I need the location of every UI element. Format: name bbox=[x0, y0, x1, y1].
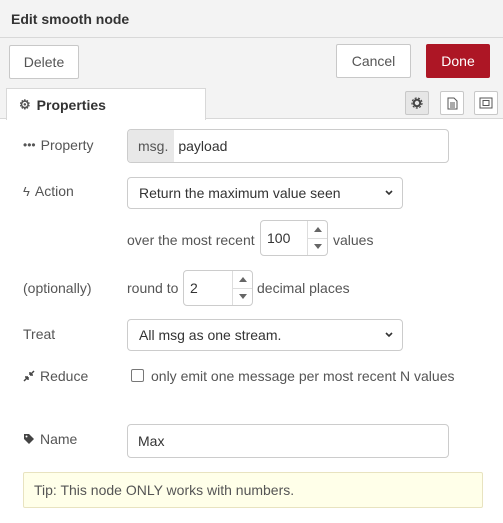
spinner-up-icon[interactable] bbox=[233, 271, 252, 289]
values-text: values bbox=[333, 232, 374, 248]
reduce-label-row: Reduce bbox=[23, 368, 88, 384]
tab-strip: ⚙ Properties bbox=[0, 88, 503, 120]
round-to-text: round to bbox=[127, 280, 179, 296]
action-label-row: ϟ Action bbox=[23, 183, 74, 199]
decimal-places-arrows bbox=[232, 271, 252, 305]
gear-icon bbox=[411, 97, 423, 109]
dialog-title: Edit smooth node bbox=[11, 11, 130, 27]
treat-label: Treat bbox=[23, 326, 56, 342]
name-label-row: Name bbox=[23, 431, 77, 447]
bolt-icon: ϟ bbox=[23, 183, 30, 199]
decimal-places-spinner[interactable]: 2 bbox=[183, 270, 253, 306]
dialog-button-row: Delete Cancel Done bbox=[0, 38, 503, 88]
tip-text: Tip: This node ONLY works with numbers. bbox=[34, 482, 295, 498]
treat-selected: All msg as one stream. bbox=[139, 327, 282, 343]
chevron-down-icon bbox=[385, 332, 393, 338]
spinner-down-icon[interactable] bbox=[233, 289, 252, 306]
spinner-up-icon[interactable] bbox=[308, 221, 327, 239]
property-prefix[interactable]: msg. bbox=[128, 130, 175, 162]
tab-settings-button[interactable] bbox=[405, 91, 429, 115]
reduce-label: Reduce bbox=[40, 368, 89, 384]
ellipsis-icon: ••• bbox=[23, 138, 36, 152]
tab-properties[interactable]: ⚙ Properties bbox=[6, 88, 206, 120]
property-label: Property bbox=[40, 137, 94, 153]
dialog-title-bar: Edit smooth node bbox=[0, 0, 503, 38]
action-selected: Return the maximum value seen bbox=[139, 185, 341, 201]
compress-icon bbox=[23, 370, 35, 382]
tab-appearance-button[interactable] bbox=[474, 91, 498, 115]
tag-icon bbox=[24, 434, 34, 444]
window-size-arrows bbox=[307, 221, 327, 255]
tip-box: Tip: This node ONLY works with numbers. bbox=[23, 472, 483, 508]
reduce-checkbox[interactable] bbox=[131, 369, 144, 382]
done-button[interactable]: Done bbox=[426, 44, 490, 78]
properties-form: ••• Property msg. payload ϟ Action Retur… bbox=[0, 119, 503, 523]
treat-select[interactable]: All msg as one stream. bbox=[127, 319, 403, 351]
chevron-down-icon bbox=[385, 190, 393, 196]
document-icon bbox=[447, 97, 457, 109]
tab-description-button[interactable] bbox=[440, 91, 464, 115]
optionally-label: (optionally) bbox=[23, 280, 92, 296]
window-size-spinner[interactable]: 100 bbox=[260, 220, 328, 256]
decimal-places-text: decimal places bbox=[257, 280, 350, 296]
name-label: Name bbox=[40, 431, 78, 447]
name-value: Max bbox=[138, 433, 165, 449]
property-label-row: ••• Property bbox=[23, 137, 94, 153]
appearance-icon bbox=[479, 97, 493, 109]
action-label: Action bbox=[34, 183, 74, 199]
name-input[interactable]: Max bbox=[127, 424, 449, 458]
property-input[interactable]: msg. payload bbox=[127, 129, 449, 163]
delete-button[interactable]: Delete bbox=[9, 45, 79, 79]
over-text: over the most recent bbox=[127, 232, 255, 248]
gear-icon: ⚙ bbox=[19, 96, 31, 112]
spinner-down-icon[interactable] bbox=[308, 239, 327, 256]
action-select[interactable]: Return the maximum value seen bbox=[127, 177, 403, 209]
decimal-places-value[interactable]: 2 bbox=[184, 280, 232, 296]
tab-properties-label: Properties bbox=[36, 96, 106, 113]
cancel-button[interactable]: Cancel bbox=[336, 44, 411, 78]
reduce-checkbox-label: only emit one message per most recent N … bbox=[151, 368, 455, 384]
window-size-value[interactable]: 100 bbox=[261, 230, 307, 246]
property-value: payload bbox=[178, 138, 228, 154]
